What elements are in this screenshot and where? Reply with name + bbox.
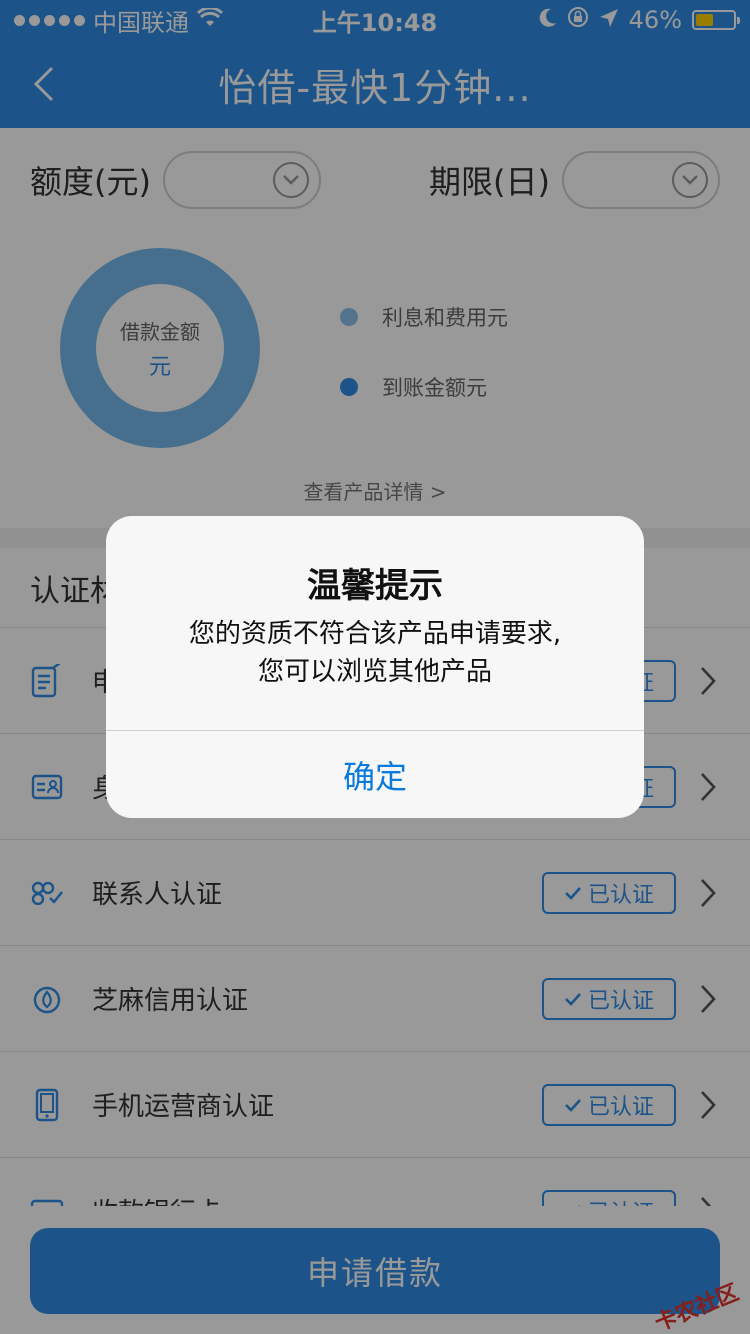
- alert-message-line: 您可以浏览其他产品: [257, 657, 492, 687]
- alert-title: 温馨提示: [307, 566, 443, 606]
- alert-message-line: 您的资质不符合该产品申请要求,: [188, 619, 562, 649]
- alert-message: 您的资质不符合该产品申请要求, 您可以浏览其他产品: [106, 615, 644, 691]
- alert-dialog: 温馨提示 您的资质不符合该产品申请要求, 您可以浏览其他产品 确定: [106, 516, 644, 818]
- alert-confirm-button[interactable]: 确定: [106, 730, 644, 818]
